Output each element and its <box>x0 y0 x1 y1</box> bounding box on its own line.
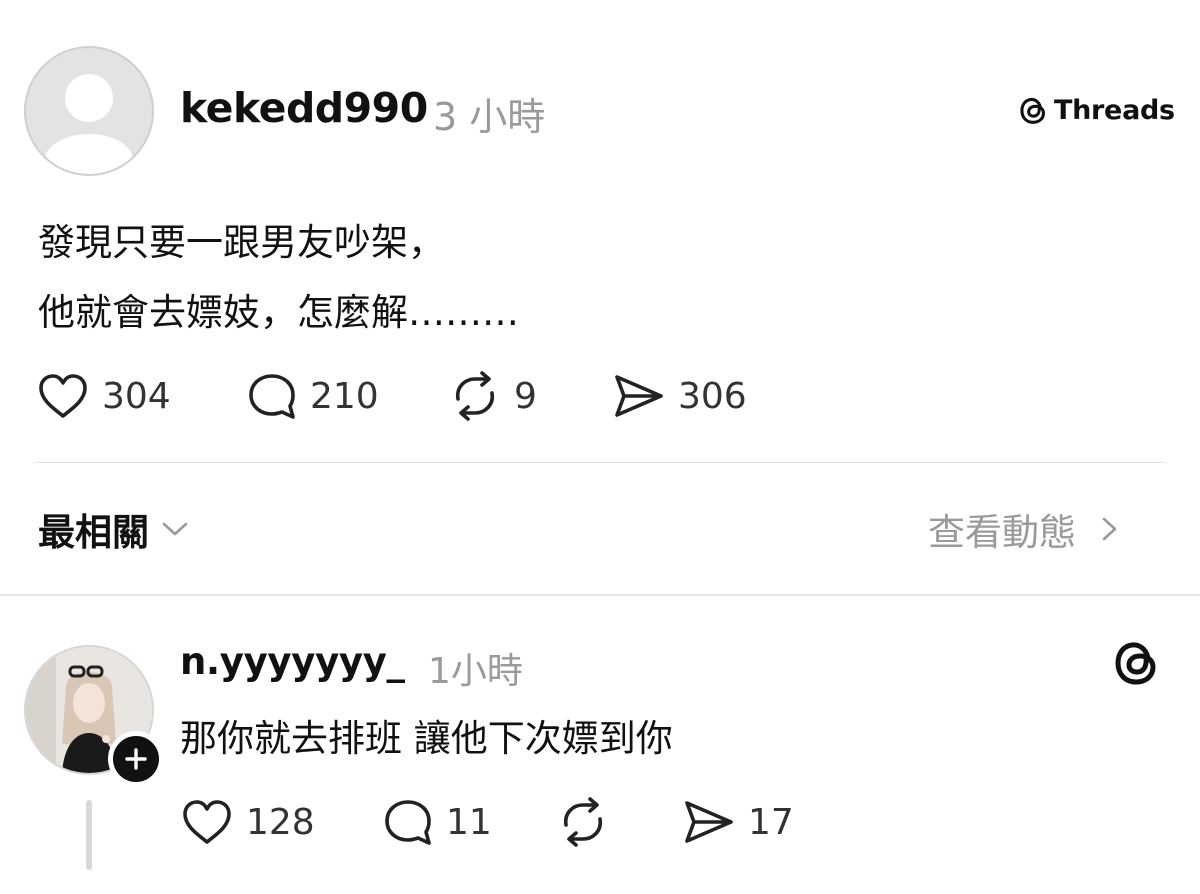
reply-button[interactable]: 210 <box>246 372 379 420</box>
reply-like-button[interactable]: 128 <box>180 798 315 846</box>
sort-dropdown[interactable]: 最相關 <box>38 505 191 554</box>
threads-logo-icon <box>1020 97 1046 124</box>
sort-label: 最相關 <box>38 511 149 554</box>
repost-count: 9 <box>514 375 537 417</box>
repost-icon <box>563 797 603 847</box>
post-author-username[interactable]: kekedd990 <box>180 84 428 132</box>
plus-icon <box>125 748 147 770</box>
post-text-line: 發現只要一跟男友吵架， <box>38 221 445 264</box>
reply-timestamp: 1小時 <box>428 651 523 692</box>
post-text-line: 他就會去嫖妓，怎麼解……… <box>38 291 519 334</box>
view-activity-label: 查看動態 <box>928 511 1076 554</box>
follow-button[interactable] <box>108 731 164 787</box>
post-timestamp: 3 小時 <box>433 95 546 139</box>
reply-repost-button[interactable] <box>556 797 610 847</box>
chevron-down-icon <box>162 522 188 536</box>
threads-logo-icon <box>1115 642 1156 685</box>
send-icon <box>685 801 733 843</box>
reply-count: 210 <box>310 375 379 417</box>
post-author-avatar[interactable] <box>24 46 154 176</box>
like-button[interactable]: 304 <box>36 372 171 420</box>
reply-reply-button[interactable]: 11 <box>382 798 492 846</box>
threads-icon[interactable] <box>1110 636 1162 688</box>
comment-bubble-icon <box>385 800 431 845</box>
reply-like-count: 128 <box>246 801 315 843</box>
default-avatar-icon <box>45 74 133 174</box>
reply-share-button[interactable]: 17 <box>682 798 794 846</box>
divider <box>34 462 1166 463</box>
reply-text: 那你就去排班 讓他下次嫖到你 <box>180 717 673 760</box>
threads-label: Threads <box>1054 94 1175 126</box>
section-divider <box>0 594 1200 596</box>
reply-author-username[interactable]: n.yyyyyyy_ <box>180 640 405 683</box>
comment-bubble-icon <box>249 374 295 419</box>
share-count: 306 <box>678 375 747 417</box>
reply-share-count: 17 <box>748 801 794 843</box>
view-activity-link[interactable]: 查看動態 <box>928 505 1130 554</box>
send-icon <box>615 375 663 417</box>
heart-icon <box>183 800 231 844</box>
heart-icon <box>39 374 87 418</box>
thread-connector-line <box>86 800 92 870</box>
like-count: 304 <box>102 375 171 417</box>
repost-icon <box>455 371 495 421</box>
share-button[interactable]: 306 <box>612 372 747 420</box>
repost-button[interactable]: 9 <box>448 371 537 421</box>
reply-reply-count: 11 <box>446 801 492 843</box>
chevron-right-icon <box>1102 517 1117 541</box>
threads-badge: Threads <box>1018 93 1175 127</box>
